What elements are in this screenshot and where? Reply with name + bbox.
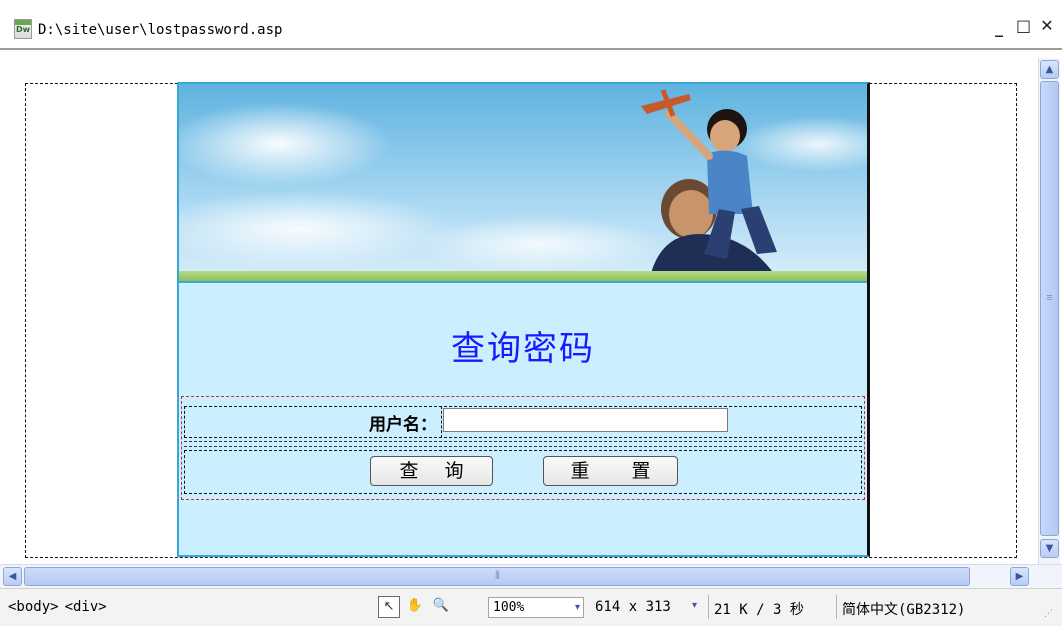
query-button[interactable]: 查 询 (370, 456, 493, 486)
view-tools: ↖ ✋ 🔍 (378, 596, 452, 618)
close-button[interactable]: ✕ (1040, 16, 1054, 37)
design-view[interactable]: 查询密码 用户名： 查 询 重 置 (0, 52, 1038, 564)
document-title-bar: Dw D:\site\user\lostpassword.asp _ □ ✕ (0, 0, 1062, 50)
file-path-title: D:\site\user\lostpassword.asp (38, 22, 283, 38)
zoom-value: 100% (493, 600, 525, 615)
status-separator (708, 595, 709, 619)
scroll-up-button[interactable]: ▲ (1040, 60, 1059, 79)
minimize-button[interactable]: _ (992, 18, 1006, 37)
tag-div[interactable]: <div> (65, 599, 107, 615)
reset-button[interactable]: 重 置 (543, 456, 678, 486)
zoom-tool-icon[interactable]: 🔍 (430, 596, 452, 618)
scroll-left-button[interactable]: ◀ (3, 567, 22, 586)
download-size-time: 21 K / 3 秒 (714, 602, 804, 618)
vertical-scroll-thumb[interactable] (1040, 81, 1059, 536)
scroll-down-button[interactable]: ▼ (1040, 539, 1059, 558)
father-son-plane-illustration (641, 89, 779, 281)
tag-body[interactable]: <body> (8, 599, 59, 615)
vertical-scrollbar[interactable]: ▲ ▼ (1038, 58, 1060, 564)
zoom-select[interactable]: 100% ▾ (488, 597, 584, 618)
table-row-buttons (184, 450, 862, 494)
banner-image (179, 84, 867, 283)
page-container[interactable]: 查询密码 用户名： 查 询 重 置 (177, 82, 870, 557)
username-input[interactable] (443, 408, 728, 432)
window-controls: _ □ ✕ (992, 16, 1054, 37)
horizontal-scroll-thumb[interactable] (24, 567, 970, 586)
status-separator (836, 595, 837, 619)
status-bar: <body> <div> ↖ ✋ 🔍 100% ▾ 614 x 313 ▾ 21… (0, 588, 1062, 626)
cell-divider (441, 406, 442, 438)
username-label: 用户名： (369, 415, 437, 435)
select-tool-icon[interactable]: ↖ (378, 596, 400, 618)
grass-strip (179, 271, 867, 281)
page-heading: 查询密码 (451, 329, 595, 369)
encoding-label: 简体中文(GB2312) (842, 602, 966, 618)
hand-tool-icon[interactable]: ✋ (404, 596, 426, 618)
tag-selector: <body> <div> (8, 599, 107, 615)
dreamweaver-icon: Dw (14, 19, 32, 39)
resize-grip-icon[interactable]: ⋰ (1044, 609, 1053, 619)
horizontal-scrollbar[interactable]: ◀ ▶ (0, 564, 1062, 588)
row-separator (184, 441, 862, 447)
window-size-chevron-icon[interactable]: ▾ (692, 600, 697, 611)
window-size-readout[interactable]: 614 x 313 (595, 599, 671, 615)
maximize-button[interactable]: □ (1016, 16, 1031, 37)
scroll-right-button[interactable]: ▶ (1010, 567, 1029, 586)
chevron-down-icon: ▾ (574, 602, 580, 613)
